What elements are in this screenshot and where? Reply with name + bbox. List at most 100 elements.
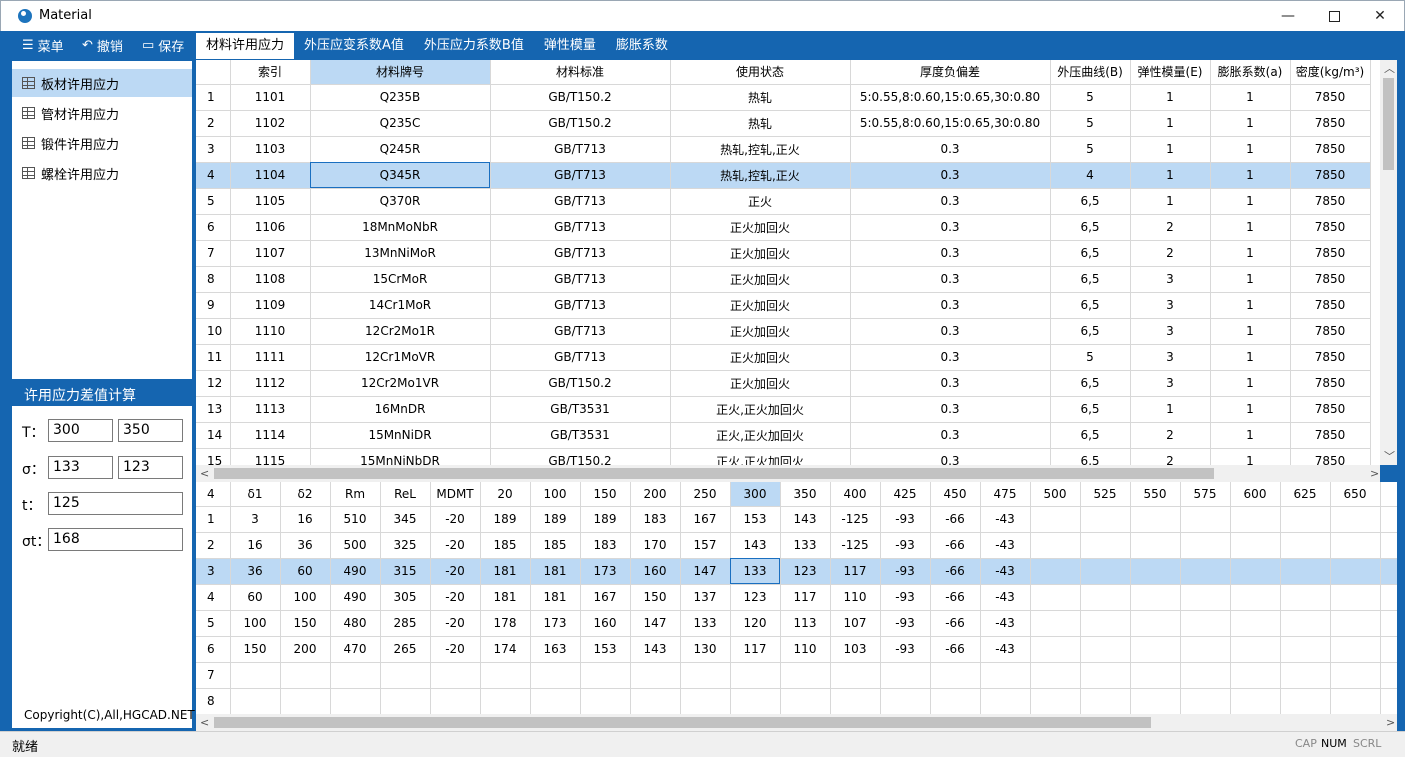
table-cell[interactable]: 0.3 bbox=[850, 422, 1051, 449]
table-cell[interactable]: GB/T713 bbox=[490, 188, 671, 215]
table-cell[interactable]: -125 bbox=[830, 506, 881, 533]
table-cell[interactable]: 36 bbox=[280, 532, 331, 559]
table-cell[interactable]: 热轧,控轧,正火 bbox=[670, 162, 851, 189]
table-cell[interactable]: 12Cr2Mo1R bbox=[310, 318, 491, 345]
tab-expansion-coefficient[interactable]: 膨胀系数 bbox=[606, 33, 678, 59]
table-cell[interactable]: -20 bbox=[430, 636, 481, 663]
table-cell[interactable] bbox=[1030, 610, 1081, 637]
column-header[interactable]: 600 bbox=[1230, 482, 1281, 507]
table-cell[interactable] bbox=[1030, 506, 1081, 533]
table-cell[interactable]: 1 bbox=[1130, 188, 1211, 215]
table-cell[interactable]: 117 bbox=[830, 558, 881, 585]
table-cell[interactable]: -20 bbox=[430, 532, 481, 559]
table-cell[interactable]: 185 bbox=[530, 532, 581, 559]
table-row[interactable]: 14 1114 15MnNiDR GB/T3531 正火,正火加回火 0.3 6,5 2 1 78… bbox=[196, 422, 1371, 449]
table-cell[interactable]: -43 bbox=[980, 584, 1031, 611]
row-header[interactable]: 4 bbox=[196, 584, 231, 611]
tab-elastic-modulus[interactable]: 弹性模量 bbox=[534, 33, 606, 59]
table-cell[interactable]: 103 bbox=[830, 636, 881, 663]
table-cell[interactable]: 189 bbox=[480, 506, 531, 533]
table-cell[interactable]: 1103 bbox=[230, 136, 311, 163]
sigma1-input[interactable]: 133 bbox=[48, 456, 113, 479]
nav-item-pipe[interactable]: 管材许用应力 bbox=[12, 99, 192, 127]
row-header[interactable]: 1 bbox=[196, 506, 231, 533]
table-cell[interactable]: 7850 bbox=[1290, 344, 1371, 371]
table-row[interactable]: 12 1112 12Cr2Mo1VR GB/T150.2 正火加回火 0.3 6,5 3 1 78… bbox=[196, 370, 1371, 397]
table-cell[interactable] bbox=[1180, 610, 1231, 637]
table-cell[interactable] bbox=[1080, 610, 1131, 637]
table-cell[interactable]: 正火,正火加回火 bbox=[670, 448, 851, 465]
table-row[interactable]: 6 150 200 470 265 -20 174 163 153 143 130 117 110 103… bbox=[196, 636, 1397, 663]
table-cell[interactable] bbox=[1180, 584, 1231, 611]
table-cell[interactable]: 1 bbox=[1210, 344, 1291, 371]
table-cell[interactable]: 1 bbox=[1210, 240, 1291, 267]
table-cell[interactable]: 174 bbox=[480, 636, 531, 663]
table-row[interactable]: 9 1109 14Cr1MoR GB/T713 正火加回火 0.3 6,5 3 1 7850 bbox=[196, 292, 1371, 319]
table-cell[interactable]: 6,5 bbox=[1050, 266, 1131, 293]
table-cell[interactable]: 7850 bbox=[1290, 84, 1371, 111]
table-cell[interactable]: 110 bbox=[830, 584, 881, 611]
table-cell[interactable]: 181 bbox=[480, 558, 531, 585]
tab-strain-factor-a[interactable]: 外压应变系数A值 bbox=[294, 33, 414, 59]
table-cell[interactable] bbox=[1280, 662, 1331, 689]
table-cell[interactable]: 0.3 bbox=[850, 370, 1051, 397]
column-header[interactable]: 450 bbox=[930, 482, 981, 507]
table-cell[interactable] bbox=[1130, 610, 1181, 637]
table-cell[interactable]: 189 bbox=[530, 506, 581, 533]
column-header[interactable]: 625 bbox=[1280, 482, 1331, 507]
table-cell[interactable]: 7850 bbox=[1290, 110, 1371, 137]
table-cell[interactable]: 1 bbox=[1130, 136, 1211, 163]
tt-input[interactable]: 125 bbox=[48, 492, 183, 515]
table-cell[interactable]: 7850 bbox=[1290, 266, 1371, 293]
table-cell[interactable]: 12Cr2Mo1VR bbox=[310, 370, 491, 397]
table-cell[interactable]: GB/T713 bbox=[490, 292, 671, 319]
table-cell[interactable]: 1106 bbox=[230, 214, 311, 241]
table-cell[interactable]: 160 bbox=[630, 558, 681, 585]
table-cell[interactable] bbox=[1080, 688, 1131, 714]
table-cell[interactable]: 0.3 bbox=[850, 344, 1051, 371]
table-cell[interactable] bbox=[1230, 558, 1281, 585]
table-cell[interactable]: 1115 bbox=[230, 448, 311, 465]
table-cell[interactable]: 345 bbox=[380, 506, 431, 533]
table-cell[interactable]: 正火加回火 bbox=[670, 266, 851, 293]
column-header[interactable]: 密度(kg/m³) bbox=[1290, 60, 1371, 85]
scroll-down-icon[interactable]: ﹀ bbox=[1384, 448, 1395, 465]
table-cell[interactable] bbox=[1280, 558, 1331, 585]
table-cell[interactable]: 1105 bbox=[230, 188, 311, 215]
table-cell[interactable]: 500 bbox=[330, 532, 381, 559]
table-cell[interactable]: 正火加回火 bbox=[670, 292, 851, 319]
table-row[interactable]: 7 1107 13MnNiMoR GB/T713 正火加回火 0.3 6,5 2 1 7850 bbox=[196, 240, 1371, 267]
table-cell[interactable] bbox=[1180, 558, 1231, 585]
scroll-left-icon[interactable]: < bbox=[200, 465, 209, 482]
table-cell[interactable] bbox=[430, 662, 481, 689]
table-cell[interactable] bbox=[1130, 688, 1181, 714]
table-cell[interactable] bbox=[1030, 584, 1081, 611]
table-row[interactable]: 3 36 60 490 315 -20 181 181 173 160 147 133 123 117 -9… bbox=[196, 558, 1397, 585]
table-cell[interactable] bbox=[480, 688, 531, 714]
table-cell[interactable]: 14Cr1MoR bbox=[310, 292, 491, 319]
table-cell[interactable] bbox=[1080, 532, 1131, 559]
row-header[interactable]: 9 bbox=[196, 292, 231, 319]
table-cell[interactable] bbox=[1330, 610, 1381, 637]
table-cell[interactable]: 正火加回火 bbox=[670, 318, 851, 345]
table-cell[interactable] bbox=[480, 662, 531, 689]
table-cell[interactable]: 7850 bbox=[1290, 396, 1371, 423]
table-cell[interactable] bbox=[1030, 636, 1081, 663]
table-cell[interactable]: -43 bbox=[980, 506, 1031, 533]
table-cell[interactable]: 157 bbox=[680, 532, 731, 559]
table-cell[interactable]: 0.3 bbox=[850, 396, 1051, 423]
table-cell[interactable]: 6,5 bbox=[1050, 422, 1131, 449]
table-cell[interactable] bbox=[830, 688, 881, 714]
table-cell[interactable]: 183 bbox=[630, 506, 681, 533]
table-cell[interactable]: 3 bbox=[230, 506, 281, 533]
column-header[interactable]: δ1 bbox=[230, 482, 281, 507]
table-cell[interactable]: 150 bbox=[230, 636, 281, 663]
table-cell[interactable] bbox=[680, 688, 731, 714]
save-button[interactable]: ▭ 保存 bbox=[142, 36, 184, 55]
table-cell[interactable]: -66 bbox=[930, 532, 981, 559]
table-cell[interactable] bbox=[1380, 532, 1397, 559]
table-cell[interactable] bbox=[1230, 506, 1281, 533]
table-cell[interactable] bbox=[1380, 636, 1397, 663]
t1-input[interactable]: 300 bbox=[48, 419, 113, 442]
undo-button[interactable]: ↶ 撤销 bbox=[82, 36, 123, 55]
